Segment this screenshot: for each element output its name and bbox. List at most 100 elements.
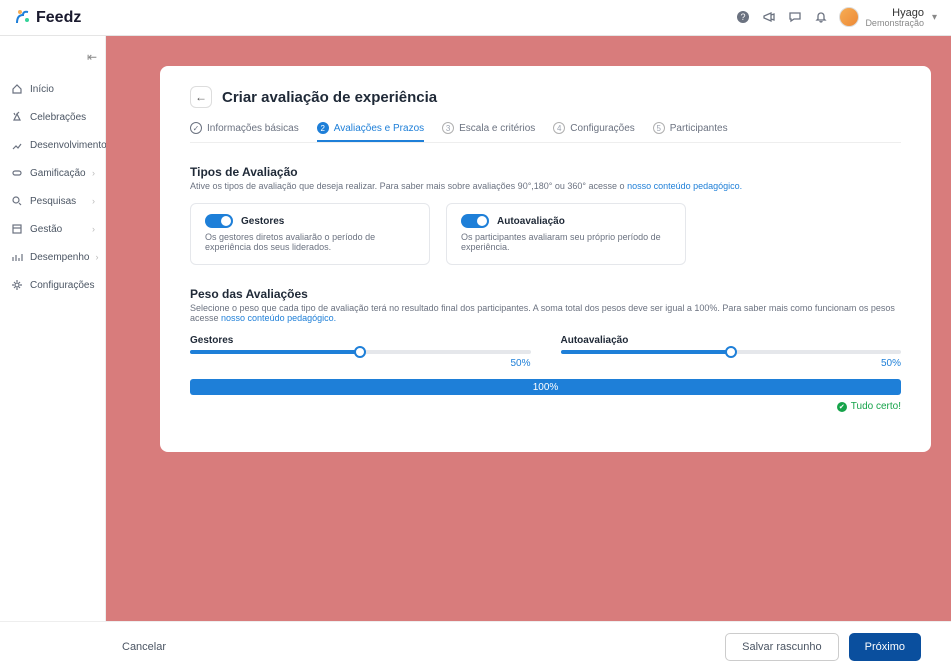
sidebar-item-label: Desempenho — [30, 252, 89, 263]
sidebar-item-manage[interactable]: Gestão› — [0, 216, 105, 242]
step-number-icon: 3 — [442, 122, 454, 134]
sidebar-item-party[interactable]: Celebrações — [0, 104, 105, 130]
sidebar-item-label: Pesquisas — [30, 196, 86, 207]
slider-0[interactable] — [190, 350, 531, 354]
weights-row: Gestores 50% Autoavaliação 50% — [190, 335, 901, 369]
user-text: Hyago Demonstração — [865, 7, 924, 29]
toggle-1[interactable] — [461, 214, 489, 228]
user-menu[interactable]: Hyago Demonstração ▾ — [839, 7, 937, 29]
total-bar: 100% — [190, 379, 901, 395]
collapse-sidebar-icon[interactable]: ⇤ — [87, 50, 97, 64]
nav: InícioCelebraçõesDesenvolvimento›Gamific… — [0, 76, 105, 298]
types-desc-link[interactable]: nosso conteúdo pedagógico. — [627, 181, 742, 191]
sidebar-item-perf[interactable]: Desempenho › — [0, 244, 105, 270]
step-1[interactable]: Informações básicas — [190, 122, 299, 142]
eval-card-0: Gestores Os gestores diretos avaliarão o … — [190, 203, 430, 265]
next-button[interactable]: Próximo — [849, 633, 921, 661]
step-2[interactable]: 2 Avaliações e Prazos — [317, 122, 424, 142]
sidebar-item-search[interactable]: Pesquisas › — [0, 188, 105, 214]
sidebar-item-game[interactable]: Gamificação › — [0, 160, 105, 186]
sidebar-item-label: Gamificação — [30, 168, 86, 179]
types-desc: Ative os tipos de avaliação que deseja r… — [190, 181, 901, 191]
sidebar: ⇤ InícioCelebraçõesDesenvolvimento›Gamif… — [0, 36, 106, 621]
sidebar-item-label: Início — [30, 84, 95, 95]
sidebar-item-growth[interactable]: Desenvolvimento› — [0, 132, 105, 158]
eval-card-1: Autoavaliação Os participantes avaliaram … — [446, 203, 686, 265]
bottombar-right: Salvar rascunho Próximo — [725, 633, 921, 661]
form-card: ← Criar avaliação de experiência Informa… — [160, 66, 931, 452]
svg-text:?: ? — [741, 12, 746, 22]
help-icon[interactable]: ? — [735, 9, 751, 25]
step-3[interactable]: 3 Escala e critérios — [442, 122, 535, 142]
topbar-actions: ? Hyago Demonstração ▾ — [735, 7, 937, 29]
status-ok: Tudo certo! — [190, 401, 901, 412]
party-icon — [10, 110, 24, 124]
brand-name: Feedz — [36, 9, 81, 27]
gear-icon — [10, 278, 24, 292]
user-subtitle: Demonstração — [865, 19, 924, 29]
types-desc-text: Ative os tipos de avaliação que deseja r… — [190, 181, 627, 191]
layout: ⇤ InícioCelebraçõesDesenvolvimento›Gamif… — [0, 36, 951, 621]
slider-track — [190, 350, 531, 354]
toggle-0[interactable] — [205, 214, 233, 228]
bell-icon[interactable] — [813, 9, 829, 25]
slider-value: 50% — [561, 358, 902, 369]
step-label: Avaliações e Prazos — [334, 123, 424, 134]
slider-value: 50% — [190, 358, 531, 369]
chevron-right-icon: › — [95, 252, 98, 262]
growth-icon — [10, 138, 24, 152]
eval-card-title: Gestores — [241, 216, 284, 227]
main-canvas: ← Criar avaliação de experiência Informa… — [106, 36, 951, 621]
sidebar-item-label: Configurações — [30, 280, 95, 291]
perf-icon — [10, 250, 24, 264]
home-icon — [10, 82, 24, 96]
step-4[interactable]: 4Configurações — [553, 122, 634, 142]
sidebar-item-home[interactable]: Início — [0, 76, 105, 102]
chat-icon[interactable] — [787, 9, 803, 25]
bottombar: Cancelar Salvar rascunho Próximo — [0, 621, 951, 671]
slider-1[interactable] — [561, 350, 902, 354]
weight-label: Autoavaliação — [561, 335, 902, 346]
types-title: Tipos de Avaliação — [190, 165, 901, 179]
chevron-right-icon: › — [92, 224, 95, 234]
slider-thumb[interactable] — [725, 346, 737, 358]
page-title: Criar avaliação de experiência — [222, 89, 437, 106]
chevron-right-icon: › — [92, 168, 95, 178]
step-number-icon: 5 — [653, 122, 665, 134]
sidebar-item-label: Desenvolvimento — [30, 140, 107, 151]
user-name: Hyago — [865, 7, 924, 19]
search-icon — [10, 194, 24, 208]
weights-desc-link[interactable]: nosso conteúdo pedagógico. — [221, 313, 336, 323]
slider-fill — [190, 350, 360, 354]
game-icon — [10, 166, 24, 180]
slider-thumb[interactable] — [354, 346, 366, 358]
brand-logo[interactable]: Feedz — [14, 9, 81, 27]
save-draft-button[interactable]: Salvar rascunho — [725, 633, 839, 661]
status-text: Tudo certo! — [851, 401, 901, 412]
cancel-button[interactable]: Cancelar — [106, 634, 182, 660]
sidebar-item-gear[interactable]: Configurações — [0, 272, 105, 298]
stepper: Informações básicas 2 Avaliações e Prazos 3… — [190, 122, 901, 143]
weight-label: Gestores — [190, 335, 531, 346]
weight-col-1: Autoavaliação 50% — [561, 335, 902, 369]
eval-card-desc: Os gestores diretos avaliarão o período … — [205, 232, 415, 252]
manage-icon — [10, 222, 24, 236]
feedz-logomark-icon — [14, 9, 32, 27]
megaphone-icon[interactable] — [761, 9, 777, 25]
step-label: Configurações — [570, 123, 634, 134]
step-label: Informações básicas — [207, 123, 299, 134]
topbar: Feedz ? Hyago Demonstração ▾ — [0, 0, 951, 36]
eval-card-title: Autoavaliação — [497, 216, 565, 227]
card-header: ← Criar avaliação de experiência — [190, 86, 901, 108]
sidebar-item-label: Celebrações — [30, 112, 95, 123]
step-5[interactable]: 5Participantes — [653, 122, 728, 142]
weights-desc: Selecione o peso que cada tipo de avalia… — [190, 303, 901, 323]
eval-card-desc: Os participantes avaliaram seu próprio p… — [461, 232, 671, 252]
back-button[interactable]: ← — [190, 86, 212, 108]
slider-track — [561, 350, 902, 354]
step-label: Escala e critérios — [459, 123, 535, 134]
eval-card-head: Gestores — [205, 214, 415, 228]
chevron-right-icon: › — [92, 196, 95, 206]
step-number-icon: 2 — [317, 122, 329, 134]
slider-fill — [561, 350, 731, 354]
